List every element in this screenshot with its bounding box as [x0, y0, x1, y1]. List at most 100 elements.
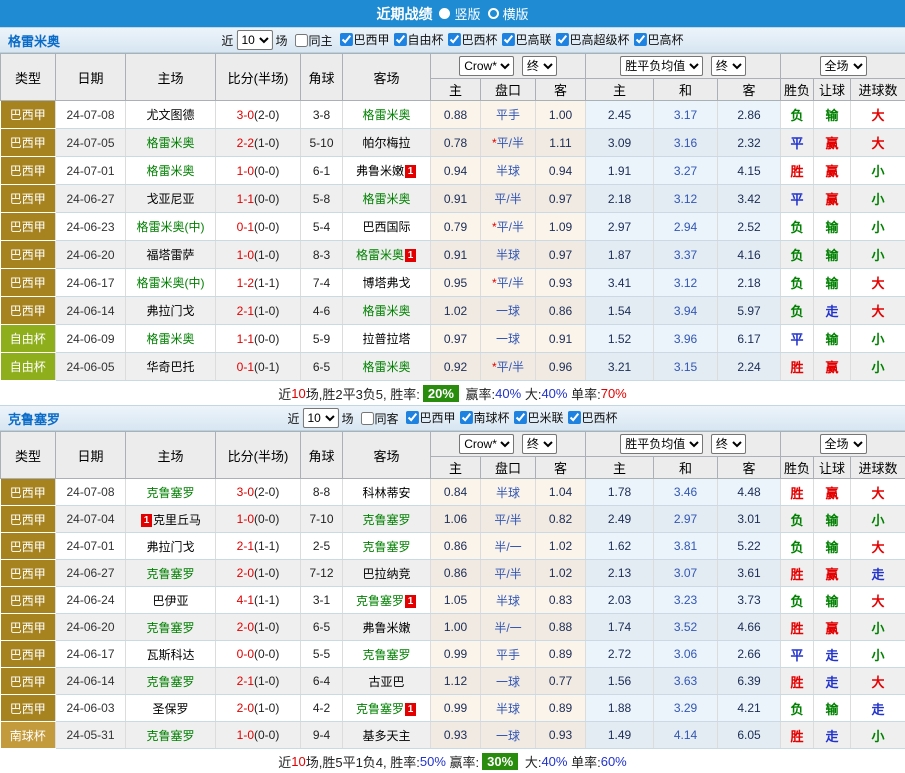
handicap-time-select[interactable]: 终 [522, 434, 557, 454]
league-checkbox[interactable]: 巴高超级杯 [556, 31, 630, 48]
avg-draw-odds: 4.14 [654, 722, 718, 749]
layout-vertical-option[interactable]: 竖版 [439, 4, 480, 23]
home-team: 巴伊亚 [126, 587, 216, 614]
league-badge: 巴西甲 [1, 213, 56, 241]
games-label: 场 [275, 32, 287, 49]
ah-home-odds: 1.06 [431, 506, 481, 533]
avg-draw-odds: 3.12 [654, 269, 718, 297]
team-label: 克鲁塞罗 [362, 648, 410, 662]
league-checkbox[interactable]: 巴米联 [514, 409, 564, 426]
avg-draw-odds: 3.23 [654, 587, 718, 614]
match-row: 巴西甲24-06-23格雷米奥(中)0-1(0-0)5-4巴西国际0.79*平/… [1, 213, 905, 241]
ah-away-odds: 0.83 [536, 587, 586, 614]
league-checkbox[interactable]: 巴西杯 [448, 31, 498, 48]
league-checkbox[interactable]: 巴西杯 [568, 409, 618, 426]
radio-selected-icon[interactable] [439, 8, 450, 19]
avg-odds-select[interactable]: 胜平负均值 [620, 56, 703, 76]
same-venue-checkbox-input[interactable] [360, 412, 373, 425]
summary-segment: 大: [521, 384, 541, 403]
league-checkbox-input[interactable] [448, 33, 461, 46]
col-avg-home: 主 [586, 457, 654, 479]
ah-line: 半球 [481, 241, 536, 269]
home-team: 华奇巴托 [126, 353, 216, 381]
radio-unselected-icon[interactable] [488, 8, 499, 19]
result-wdl: 负 [781, 533, 814, 560]
ah-away-odds: 1.00 [536, 101, 586, 129]
league-checkbox[interactable]: 自由杯 [393, 31, 443, 48]
avg-home-odds: 1.88 [586, 695, 654, 722]
avg-draw-odds: 3.07 [654, 560, 718, 587]
league-checkbox-input[interactable] [339, 33, 352, 46]
avg-home-odds: 1.74 [586, 614, 654, 641]
scope-select[interactable]: 全场 [820, 56, 867, 76]
league-checkbox-input[interactable] [514, 411, 527, 424]
avg-home-odds: 1.78 [586, 479, 654, 506]
league-checkbox[interactable]: 巴西甲 [339, 31, 389, 48]
avg-home-odds: 1.87 [586, 241, 654, 269]
league-checkbox-input[interactable] [634, 33, 647, 46]
home-team: 克鲁塞罗 [126, 668, 216, 695]
league-checkbox[interactable]: 巴高杯 [634, 31, 684, 48]
red-card-badge: 1 [405, 249, 416, 262]
red-card-badge: 1 [405, 165, 416, 178]
avg-odds-select[interactable]: 胜平负均值 [620, 434, 703, 454]
team-label: 克鲁塞罗 [362, 540, 410, 554]
odds-company-select[interactable]: Crow* [459, 56, 514, 76]
team-label: 戈亚尼亚 [146, 192, 194, 206]
away-team: 巴西国际 [343, 213, 431, 241]
near-label: 近 [287, 410, 299, 427]
avg-away-odds: 4.16 [718, 241, 781, 269]
layout-horizontal-option[interactable]: 横版 [488, 4, 529, 23]
recent-count-select[interactable]: 10 [302, 408, 338, 428]
result-goals: 大 [851, 587, 905, 614]
avg-away-odds: 4.15 [718, 157, 781, 185]
same-venue-label: 同客 [374, 410, 398, 427]
league-checkbox-input[interactable] [568, 411, 581, 424]
league-checkbox-input[interactable] [502, 33, 515, 46]
team-label: 格雷米奥 [146, 332, 194, 346]
handicap-time-select[interactable]: 终 [522, 56, 557, 76]
matches-table: 类型 日期 主场 比分(半场) 角球 客场 Crow* 终 胜平负均值 终 全场… [0, 53, 905, 381]
league-checkbox[interactable]: 巴西甲 [405, 409, 455, 426]
match-date: 24-06-20 [56, 241, 126, 269]
team-label: 圣保罗 [152, 702, 188, 716]
team-label: 弗拉门戈 [146, 304, 194, 318]
same-venue-checkbox-input[interactable] [294, 34, 307, 47]
team-label: 科林蒂安 [362, 486, 410, 500]
avg-away-odds: 2.86 [718, 101, 781, 129]
result-goals: 小 [851, 185, 905, 213]
league-checkbox-input[interactable] [556, 33, 569, 46]
highlighted-percentage: 20% [423, 385, 459, 402]
col-avg-away: 客 [718, 79, 781, 101]
league-checkbox-label: 自由杯 [407, 31, 443, 48]
league-checkbox[interactable]: 南球杯 [460, 409, 510, 426]
home-team: 格雷米奥 [126, 129, 216, 157]
score-cell: 2-1(1-1) [216, 533, 301, 560]
odds-company-select[interactable]: Crow* [459, 434, 514, 454]
radio-horizontal-label: 横版 [503, 4, 529, 23]
avg-time-select[interactable]: 终 [711, 56, 746, 76]
score-cell: 2-2(1-0) [216, 129, 301, 157]
avg-time-select[interactable]: 终 [711, 434, 746, 454]
col-avg-draw: 和 [654, 79, 718, 101]
recent-count-select[interactable]: 10 [236, 30, 272, 50]
scope-select[interactable]: 全场 [820, 434, 867, 454]
result-goals: 小 [851, 506, 905, 533]
away-team: 克鲁塞罗 [343, 641, 431, 668]
corner-cell: 5-5 [301, 641, 343, 668]
league-checkbox-input[interactable] [460, 411, 473, 424]
result-handicap: 走 [814, 297, 851, 325]
same-venue-checkbox[interactable]: 同主 [294, 32, 332, 49]
match-date: 24-06-14 [56, 297, 126, 325]
league-checkbox-input[interactable] [393, 33, 406, 46]
league-checkbox-input[interactable] [405, 411, 418, 424]
col-score: 比分(半场) [216, 432, 301, 479]
ah-home-odds: 1.00 [431, 614, 481, 641]
team-label: 拉普拉塔 [362, 332, 410, 346]
same-venue-checkbox[interactable]: 同客 [360, 410, 398, 427]
red-card-badge: 1 [405, 595, 416, 608]
avg-home-odds: 1.52 [586, 325, 654, 353]
match-row: 巴西甲24-07-01格雷米奥1-0(0-0)6-1弗鲁米嫩10.94半球0.9… [1, 157, 905, 185]
away-team: 克鲁塞罗1 [343, 695, 431, 722]
league-checkbox[interactable]: 巴高联 [502, 31, 552, 48]
